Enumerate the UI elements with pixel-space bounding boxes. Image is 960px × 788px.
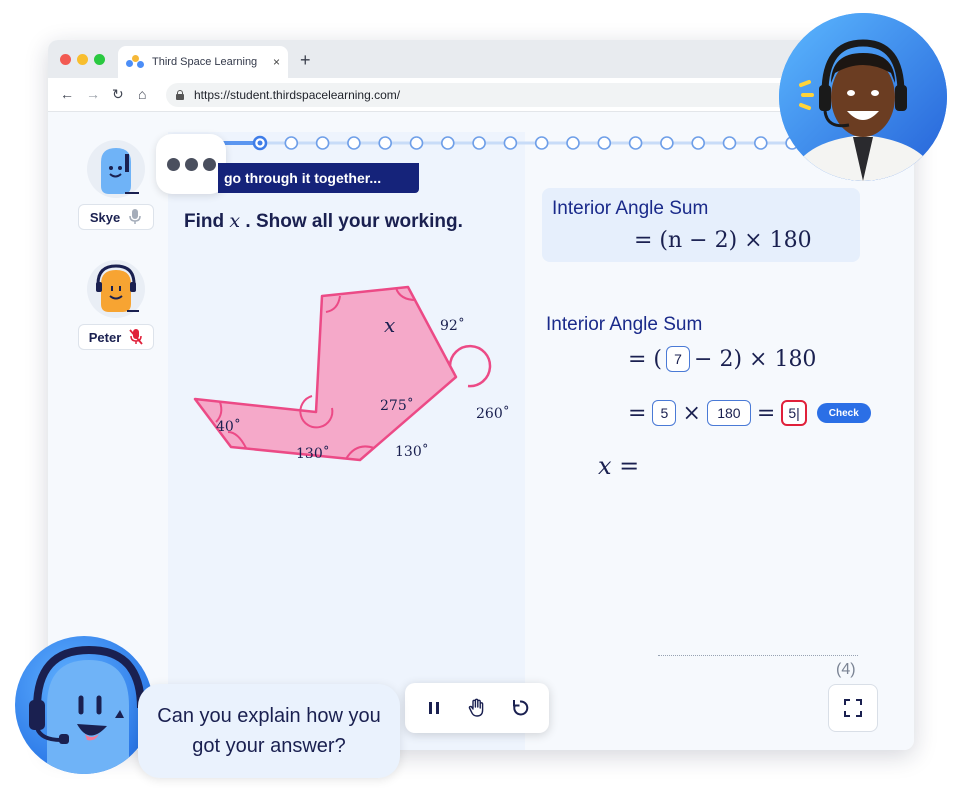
working-label: Interior Angle Sum [546,314,703,335]
peter-name-tag: Peter [78,324,154,350]
formula-label: Interior Angle Sum [552,198,709,219]
typing-dot [166,157,180,171]
progress-step [722,136,737,150]
progress-step [566,136,580,150]
maximize-window-button[interactable] [94,54,105,65]
formula-card: Interior Angle Sum = (n − 2) × 180 [542,188,860,262]
session-banner: go through it together... [218,163,419,193]
participant-name: Skye [89,209,121,225]
lesson-content: Skye Peter go through it together... Fin… [48,112,914,750]
fullscreen-icon [844,699,862,717]
question-variable: x [229,210,241,232]
progress-step [628,136,643,150]
sides-answer-box[interactable]: 7 [666,346,691,372]
progress-step [503,136,518,150]
participant-skye: Skye [78,140,154,230]
tutor-chat-bubble: Can you explain how you got your answer? [138,684,400,778]
minus-two-times: − 2) × 180 [694,346,817,372]
progress-step [753,136,768,150]
participant-name: Peter [88,329,122,345]
progress-step [691,136,706,150]
home-button[interactable]: ⌂ [138,86,146,102]
lesson-controls [405,683,549,733]
skye-name-tag: Skye [78,204,154,230]
skye-avatar [87,140,145,198]
progress-step [409,136,424,150]
tutor-video-feed [779,13,947,181]
reload-button[interactable]: ↻ [112,86,124,103]
progress-step [440,136,455,150]
url-text: https://student.thirdspacelearning.com/ [194,88,401,102]
angle-label-130-left: 130˚ [296,445,330,462]
pause-icon [429,702,440,714]
browser-tab[interactable]: Third Space Learning × [118,46,288,78]
check-button[interactable]: Check [816,403,871,423]
tsl-logo-icon [126,55,144,69]
angle-label-260: 260˚ [476,405,510,422]
minimize-window-button[interactable] [77,54,88,65]
restart-icon [512,700,528,716]
progress-step [472,136,486,150]
microphone-icon[interactable] [128,209,142,225]
peter-avatar [87,260,145,318]
browser-window: Third Space Learning × + ← → ↻ ⌂ https:/… [48,40,914,750]
progress-step [378,136,392,150]
times-sign: × [682,400,701,426]
polygon-diagram: x 92˚ 275˚ 40˚ 130˚ 130˚ 260˚ [193,285,510,462]
close-window-button[interactable] [60,54,71,65]
question-suffix: . Show all your working. [245,211,463,232]
progress-step [534,136,549,150]
raise-hand-icon [468,698,484,717]
typing-dot [184,157,198,171]
total-answer-input[interactable]: 5| [781,400,807,426]
lesson-progress-track [168,135,808,151]
pause-button[interactable] [421,695,447,721]
angle-label-x: x [384,313,395,337]
tutor-character-icon [29,645,145,774]
equals-open-paren: = ( [628,346,663,372]
progress-step [315,136,330,150]
reflex-angle-arc [448,344,492,388]
participant-peter: Peter [78,260,154,350]
working-line-2: = 5 × 180 = 5| Check [628,400,871,426]
multiplier-answer-box[interactable]: 180 [706,400,751,426]
tutor-avatar [15,636,153,774]
progress-step [347,136,361,150]
forward-button[interactable]: → [86,86,100,102]
answer-line [658,655,858,656]
fullscreen-button[interactable] [828,684,878,732]
raise-hand-button[interactable] [464,695,490,721]
typing-indicator [156,134,226,194]
marks-label: (4) [836,661,856,678]
progress-step-current-dot [257,140,263,146]
equals-sign: = [628,400,647,426]
skye-avatar-icon [101,148,139,194]
progress-step [597,136,612,150]
typing-dot [202,157,216,171]
working-line-3: x = [598,452,640,480]
tab-title: Third Space Learning [152,56,258,68]
microphone-muted-icon[interactable] [129,329,143,345]
question-prefix: Find [184,211,225,232]
angle-label-92: 92˚ [440,317,465,334]
progress-step [660,136,674,150]
question-text: Find x . Show all your working. [184,210,463,233]
angle-label-40: 40˚ [216,418,241,435]
angle-label-130-right: 130˚ [395,443,429,460]
url-input[interactable]: https://student.thirdspacelearning.com/ [166,83,806,107]
equals-sign-2: = [756,400,776,426]
restart-button[interactable] [507,695,533,721]
progress-step [284,136,299,150]
peter-avatar-icon [96,264,139,312]
factor-answer-box[interactable]: 5 [652,400,677,426]
new-tab-button[interactable]: + [300,50,311,71]
tutor-webcam [779,13,947,181]
working-line-1: = ( 7 − 2) × 180 [628,346,816,372]
formula-equation: = (n − 2) × 180 [634,228,812,253]
tab-close-icon[interactable]: × [273,55,280,69]
angle-label-275: 275˚ [380,397,414,414]
lock-icon [176,90,184,100]
back-button[interactable]: ← [60,86,74,102]
